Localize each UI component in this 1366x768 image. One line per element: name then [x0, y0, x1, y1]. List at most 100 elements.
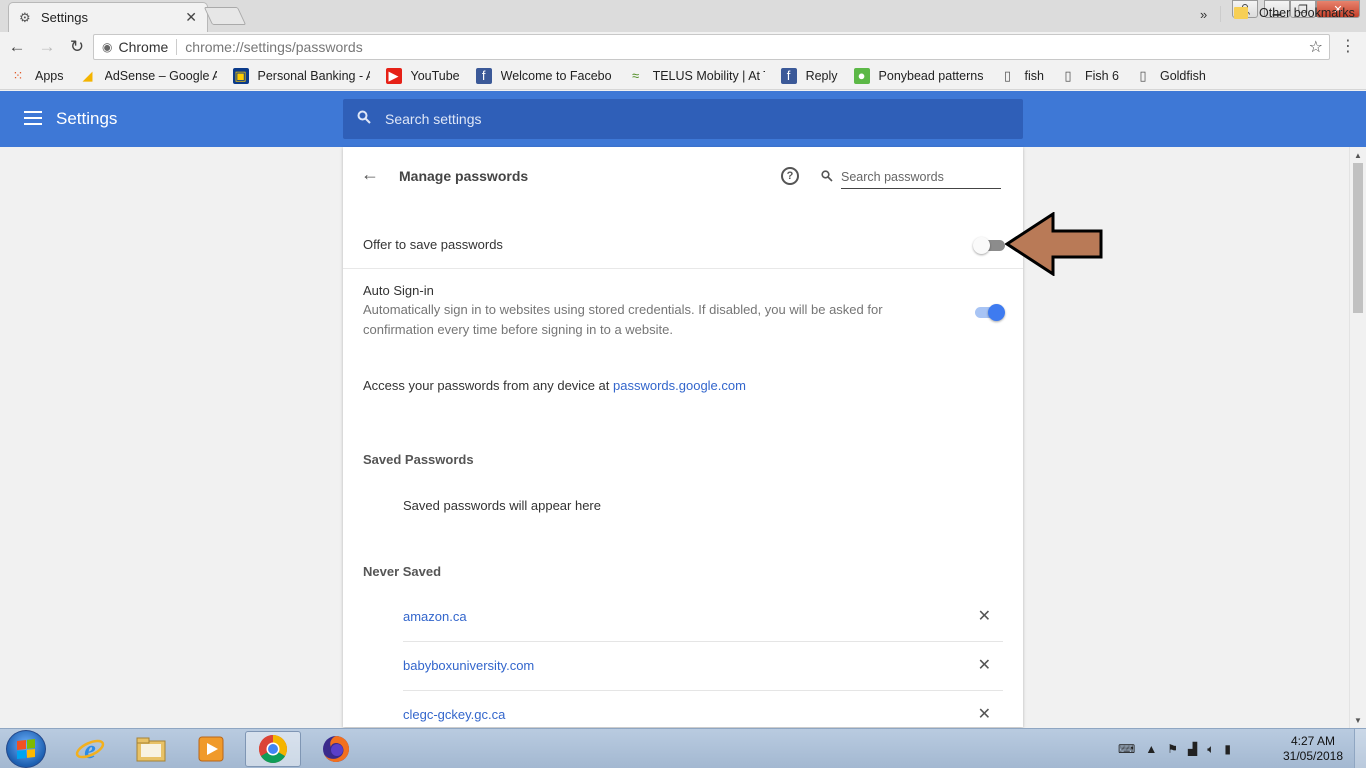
facebook-icon: f: [475, 67, 492, 84]
adsense-icon: ◢: [82, 67, 93, 83]
auto-signin-title: Auto Sign-in: [363, 283, 434, 298]
offer-to-save-toggle[interactable]: [973, 237, 1007, 254]
password-search[interactable]: [821, 165, 1001, 189]
auto-signin-row: Auto Sign-in Automatically sign in to we…: [363, 283, 1003, 343]
site-name: Chrome: [118, 39, 178, 55]
other-bookmarks-label: Other bookmarks: [1259, 6, 1355, 20]
telus-icon: ≈: [631, 68, 640, 83]
remove-exception-icon[interactable]: ✕: [978, 655, 991, 675]
taskbar-clock[interactable]: 4:27 AM 31/05/2018: [1278, 734, 1348, 764]
browser-toolbar: ← → ↻ ◉ Chrome chrome://settings/passwor…: [0, 32, 1366, 62]
show-desktop-button[interactable]: [1354, 729, 1366, 768]
network-signal-icon[interactable]: ▟: [1188, 742, 1197, 756]
never-saved-list: amazon.ca ✕ babyboxuniversity.com ✕ cleg…: [403, 593, 1003, 727]
keyboard-icon[interactable]: ⌨: [1118, 742, 1135, 756]
clock-date: 31/05/2018: [1282, 749, 1344, 763]
page-title: Manage passwords: [399, 168, 529, 184]
bookmark-label: Reply: [805, 68, 838, 83]
bookmark-star-icon[interactable]: ☆: [1309, 37, 1323, 57]
page-icon: ▯: [1139, 67, 1147, 83]
remove-exception-icon[interactable]: ✕: [978, 704, 991, 724]
bookmark-label: YouTube: [410, 68, 460, 83]
back-arrow-icon[interactable]: ←: [361, 164, 379, 185]
chrome-icon[interactable]: [245, 731, 301, 767]
page-scrollbar[interactable]: ▲ ▼: [1349, 147, 1366, 728]
access-text: Access your passwords from any device at: [363, 378, 613, 393]
tab-title: Settings: [41, 10, 88, 25]
svg-text:e: e: [84, 735, 96, 764]
media-player-icon[interactable]: [183, 731, 239, 767]
access-passwords-text: Access your passwords from any device at…: [363, 378, 746, 393]
page-icon: ▯: [1064, 67, 1072, 83]
never-saved-site[interactable]: clegc-gckey.gc.ca: [403, 707, 505, 722]
tab-settings[interactable]: ⚙ Settings ✕: [8, 2, 208, 32]
hamburger-menu-icon[interactable]: [24, 111, 42, 125]
list-item: babyboxuniversity.com ✕: [403, 642, 1003, 691]
apps-grid-icon: ⁙: [12, 67, 24, 83]
address-bar[interactable]: ◉ Chrome chrome://settings/passwords ☆: [93, 34, 1330, 60]
bookmark-item[interactable]: ▣ Personal Banking - A: [232, 67, 370, 84]
windows-logo-icon: [17, 739, 35, 759]
start-button[interactable]: [6, 730, 46, 768]
bookmark-label: Personal Banking - A: [257, 68, 370, 83]
offer-to-save-label: Offer to save passwords: [363, 237, 503, 252]
search-icon: [821, 169, 833, 185]
remove-exception-icon[interactable]: ✕: [978, 606, 991, 626]
folder-icon: [1234, 7, 1248, 19]
chrome-page-icon: ◉: [102, 40, 113, 54]
close-tab-icon[interactable]: ✕: [185, 9, 197, 26]
password-search-input[interactable]: [841, 165, 1001, 189]
show-hidden-icons-icon[interactable]: ▲: [1145, 742, 1157, 756]
scroll-down-icon[interactable]: ▼: [1354, 716, 1362, 725]
help-icon[interactable]: ?: [781, 167, 799, 185]
firefox-icon[interactable]: [308, 731, 364, 767]
bookmark-item[interactable]: ◢ AdSense – Google A: [80, 68, 217, 84]
settings-search[interactable]: [343, 99, 1023, 139]
url-text[interactable]: chrome://settings/passwords: [185, 39, 362, 55]
gear-icon: ⚙: [19, 9, 31, 25]
browser-menu-icon[interactable]: ⋮: [1340, 39, 1356, 55]
other-bookmarks[interactable]: Other bookmarks: [1234, 6, 1355, 20]
bookmark-label: Ponybead patterns: [878, 68, 984, 83]
action-center-flag-icon[interactable]: ⚑: [1167, 742, 1178, 756]
bookmark-item[interactable]: ▯ Fish 6: [1060, 68, 1119, 84]
bookmark-label: Fish 6: [1084, 68, 1119, 83]
saved-passwords-empty-message: Saved passwords will appear here: [403, 498, 601, 513]
settings-header: Settings: [0, 91, 1366, 147]
window-titlebar: ⚙ Settings ✕ ▁ ❐ ✕: [0, 0, 1366, 32]
bookmark-item[interactable]: ⁙ Apps: [10, 68, 64, 84]
annotation-arrow: [1005, 212, 1103, 276]
internet-explorer-icon[interactable]: e: [62, 731, 118, 767]
reload-button[interactable]: ↻: [64, 37, 90, 57]
new-tab-button[interactable]: [203, 7, 247, 25]
bookmark-item[interactable]: ▯ fish: [999, 68, 1044, 84]
youtube-icon: ▶: [385, 67, 402, 84]
never-saved-site[interactable]: amazon.ca: [403, 609, 467, 624]
bookmark-item[interactable]: ≈ TELUS Mobility | At T: [628, 68, 765, 84]
never-saved-site[interactable]: babyboxuniversity.com: [403, 658, 534, 673]
scrollbar-thumb[interactable]: [1353, 163, 1363, 313]
list-item: clegc-gckey.gc.ca ✕: [403, 691, 1003, 727]
battery-icon[interactable]: ▮: [1224, 742, 1231, 756]
list-item: amazon.ca ✕: [403, 593, 1003, 642]
forward-button[interactable]: →: [34, 37, 60, 57]
ponybead-icon: ●: [853, 67, 870, 84]
bookmark-item[interactable]: f Reply: [780, 67, 838, 84]
search-icon: [357, 110, 371, 128]
bookmarks-overflow-button[interactable]: »: [1200, 7, 1207, 22]
bookmark-label: Goldfish: [1159, 68, 1206, 83]
bookmark-item[interactable]: f Welcome to Facebo: [475, 67, 612, 84]
bookmark-label: TELUS Mobility | At T: [652, 68, 765, 83]
bookmark-item[interactable]: ▯ Goldfish: [1135, 67, 1206, 84]
system-tray: ⌨ ▲ ⚑ ▟ 🔈︎ ▮: [1118, 735, 1241, 763]
back-button[interactable]: ←: [4, 37, 30, 57]
bookmark-label: fish: [1024, 68, 1044, 83]
passwords-google-link[interactable]: passwords.google.com: [613, 378, 746, 393]
auto-signin-toggle[interactable]: [971, 304, 1005, 321]
file-explorer-icon[interactable]: [123, 731, 179, 767]
volume-icon[interactable]: 🔈︎: [1207, 742, 1214, 757]
bookmark-item[interactable]: ● Ponybead patterns: [853, 67, 984, 84]
scroll-up-icon[interactable]: ▲: [1354, 151, 1362, 160]
bookmark-item[interactable]: ▶ YouTube: [385, 67, 460, 84]
settings-search-input[interactable]: [385, 111, 985, 127]
